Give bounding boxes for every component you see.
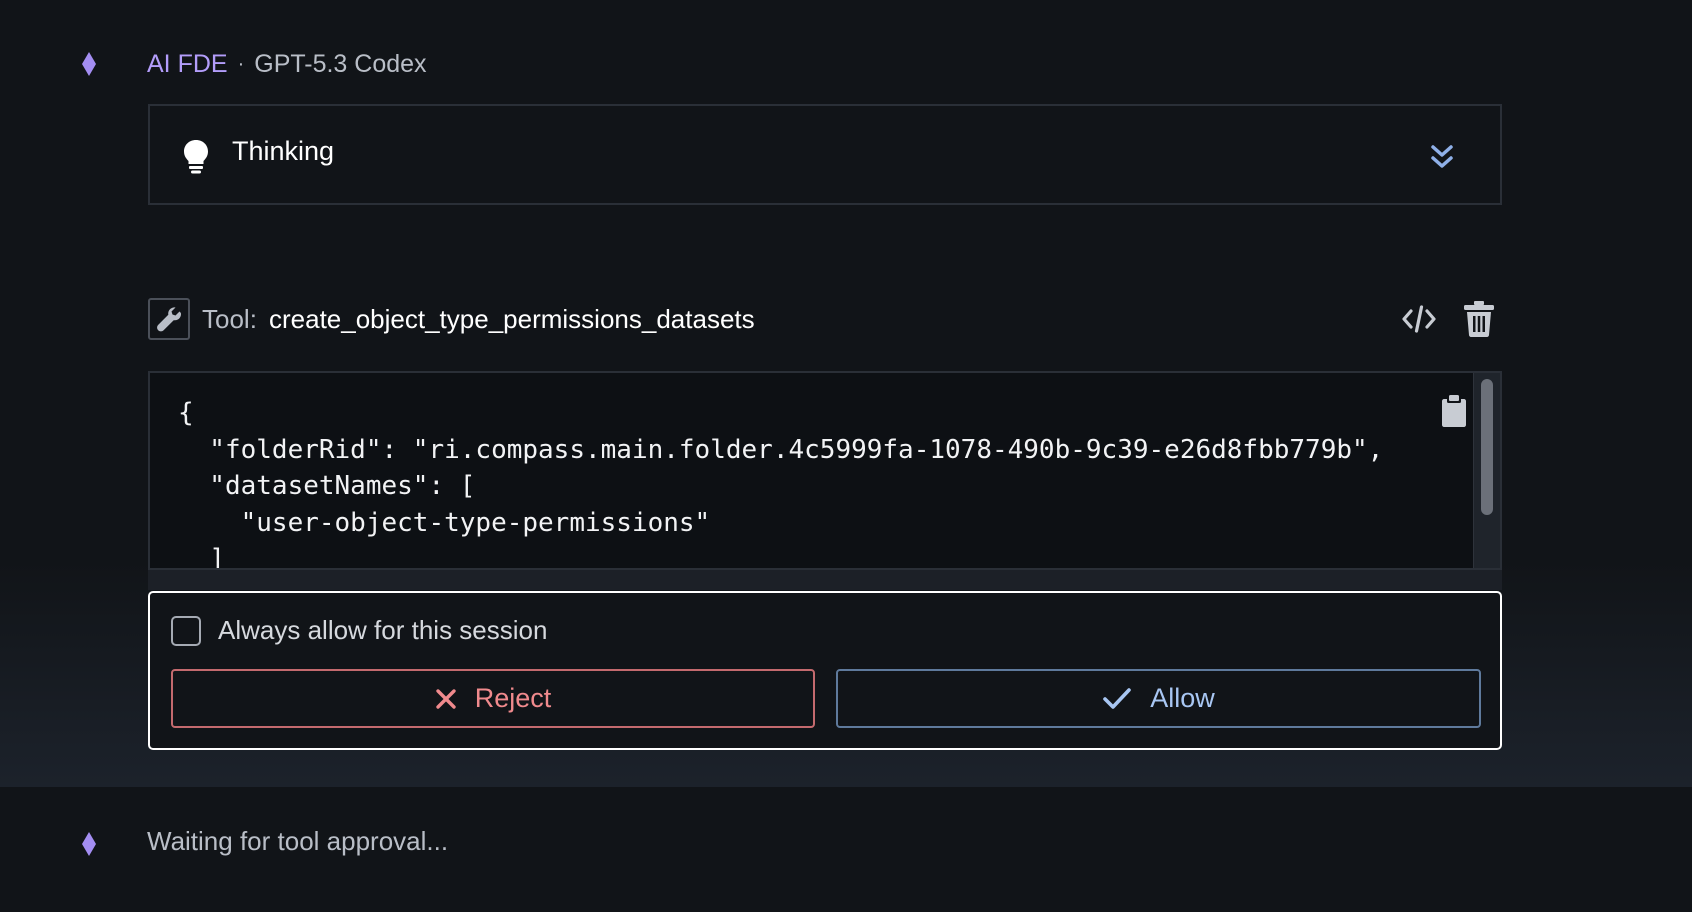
- tool-arguments-code-block[interactable]: { "folderRid": "ri.compass.main.folder.4…: [148, 371, 1502, 570]
- status-diamond-icon: [82, 832, 96, 856]
- tool-name: create_object_type_permissions_datasets: [269, 304, 755, 334]
- allow-button-label: Allow: [1150, 683, 1215, 713]
- code-scrollbar-thumb[interactable]: [1481, 379, 1493, 515]
- always-allow-label[interactable]: Always allow for this session: [218, 615, 547, 646]
- reject-button[interactable]: Reject: [171, 669, 815, 728]
- tool-prefix-label: Tool:: [202, 304, 257, 334]
- lightbulb-icon: [184, 140, 208, 179]
- double-chevron-down-icon[interactable]: [1430, 144, 1454, 175]
- always-allow-checkbox[interactable]: [171, 616, 201, 646]
- trash-icon[interactable]: [1464, 301, 1494, 342]
- close-icon: [435, 688, 457, 710]
- message-header: AI FDE · GPT-5.3 Codex: [147, 46, 427, 82]
- model-name: GPT-5.3 Codex: [254, 49, 427, 78]
- tool-arguments-json: { "folderRid": "ri.compass.main.folder.4…: [178, 398, 1384, 570]
- code-horizontal-scroll-strip: [148, 570, 1502, 590]
- tool-approval-panel: Always allow for this session Reject All…: [148, 591, 1502, 750]
- thinking-panel[interactable]: Thinking: [148, 104, 1502, 205]
- assistant-diamond-icon: [82, 52, 96, 76]
- wrench-icon: [148, 298, 190, 340]
- clipboard-icon[interactable]: [1442, 395, 1466, 432]
- code-scrollbar[interactable]: [1473, 373, 1500, 568]
- allow-button[interactable]: Allow: [836, 669, 1481, 728]
- waiting-status-text: Waiting for tool approval...: [147, 826, 449, 856]
- reject-button-label: Reject: [474, 683, 552, 713]
- agent-name: AI FDE: [147, 49, 228, 78]
- tool-call-header: Tool: create_object_type_permissions_dat…: [148, 298, 1502, 342]
- header-separator: ·: [237, 52, 245, 75]
- check-icon: [1102, 687, 1132, 711]
- code-icon[interactable]: [1402, 304, 1436, 339]
- chat-page: AI FDE · GPT-5.3 Codex Thinking Tool: cr…: [0, 0, 1692, 912]
- thinking-label: Thinking: [232, 136, 335, 166]
